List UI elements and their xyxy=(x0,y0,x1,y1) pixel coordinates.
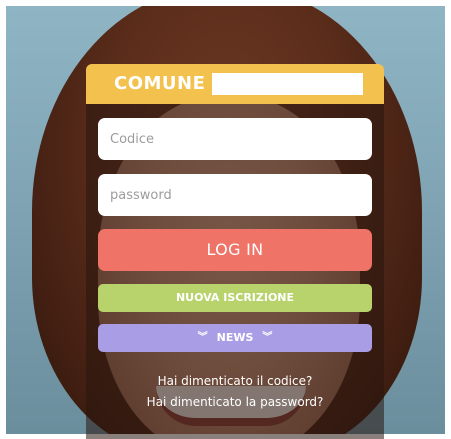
page-frame: COMUNE DI LOG IN NUOVA ISCRIZIONE ︾NEWS︾… xyxy=(0,0,451,439)
codice-input[interactable] xyxy=(98,118,372,160)
login-panel: COMUNE DI LOG IN NUOVA ISCRIZIONE ︾NEWS︾… xyxy=(86,64,384,439)
forgot-code-link[interactable]: Hai dimenticato il codice? xyxy=(86,373,384,389)
new-registration-button[interactable]: NUOVA ISCRIZIONE xyxy=(98,284,372,312)
chevron-down-icon: ︾ xyxy=(262,332,273,343)
forgot-password-link[interactable]: Hai dimenticato la password? xyxy=(86,394,384,410)
header-redaction xyxy=(212,73,363,95)
login-button[interactable]: LOG IN xyxy=(98,229,372,271)
chevron-down-icon: ︾ xyxy=(197,332,208,343)
news-label: NEWS xyxy=(216,331,254,344)
panel-header: COMUNE DI xyxy=(86,64,384,104)
news-button[interactable]: ︾ NEWS ︾ xyxy=(98,324,372,352)
password-input[interactable] xyxy=(98,174,372,216)
